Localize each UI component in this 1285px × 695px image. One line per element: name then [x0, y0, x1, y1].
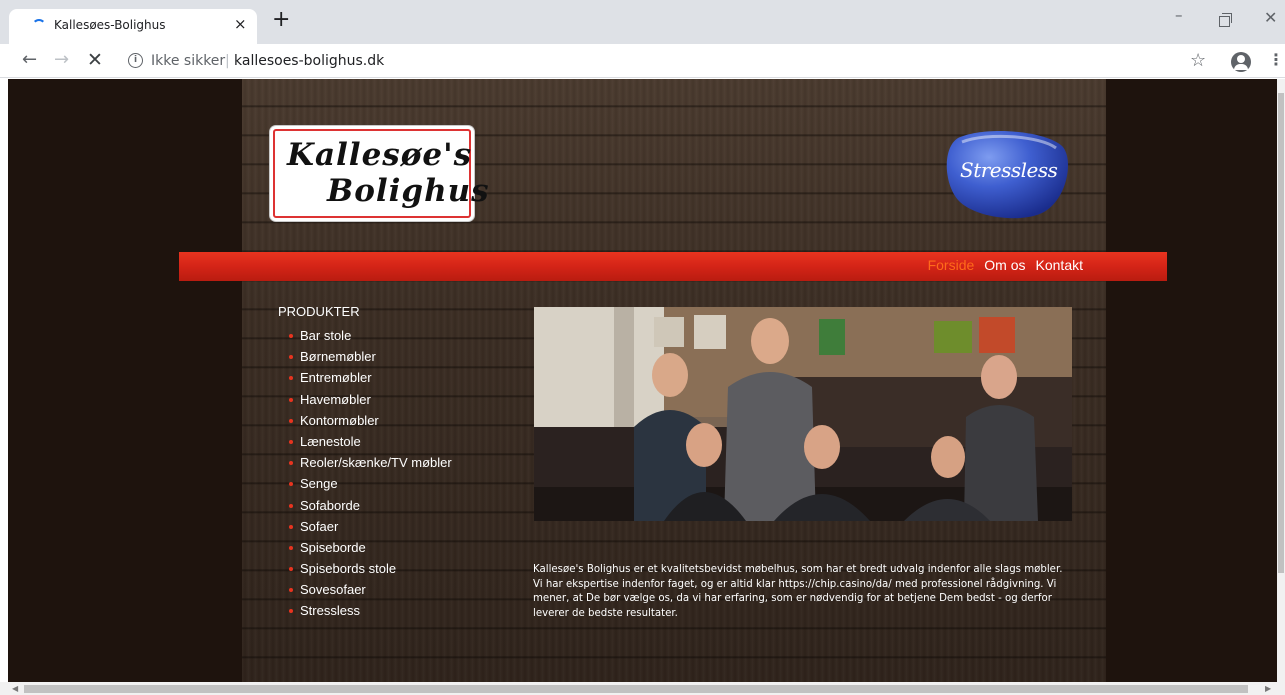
url-text[interactable]: kallesoes-bolighus.dk [234, 53, 384, 69]
horizontal-scroll-thumb[interactable] [24, 685, 1248, 693]
product-item-label: Sovesofaer [300, 582, 366, 598]
security-label[interactable]: Ikke sikker [151, 53, 225, 69]
product-item-label: Kontormøbler [300, 412, 379, 428]
product-item[interactable]: Reoler/skænke/TV møbler [278, 452, 518, 473]
bullet-icon [289, 397, 293, 402]
bullet-icon [289, 482, 293, 487]
product-item-label: Bar stole [300, 328, 352, 343]
info-icon[interactable]: i [128, 53, 143, 68]
bullet-icon [289, 503, 293, 508]
bullet-icon [289, 439, 293, 444]
bullet-icon [289, 609, 293, 614]
account-icon[interactable] [1231, 52, 1251, 72]
bullet-icon [289, 461, 293, 466]
product-item-label: Stressless [300, 603, 360, 619]
nav-link-om-os[interactable]: Om os [984, 257, 1025, 273]
bullet-icon [289, 355, 293, 360]
product-item[interactable]: Sovesofaer [278, 579, 518, 600]
nav-link-kontakt[interactable]: Kontakt [1036, 257, 1083, 273]
product-item[interactable]: Bar stole [278, 325, 518, 346]
product-item[interactable]: Senge [278, 473, 518, 494]
site-header: Kallesøe's Bolighus Stressless [242, 79, 1106, 249]
product-item[interactable]: Havemøbler [278, 389, 518, 410]
bullet-icon [289, 545, 293, 550]
product-item[interactable]: Stressless [278, 600, 518, 621]
bullet-icon [289, 588, 293, 593]
main-nav-bar: Forside Om os Kontakt [179, 252, 1167, 281]
product-item-label: Havemøbler [300, 391, 371, 407]
new-tab-button[interactable]: + [272, 9, 290, 31]
restore-icon[interactable] [1219, 13, 1232, 27]
logo-line-1: Kallesøe's [287, 137, 473, 173]
product-item[interactable]: Sofaborde [278, 495, 518, 516]
stressless-logo-text: Stressless [960, 158, 1058, 182]
site-container: Kallesøe's Bolighus Stressless PRODUKTER… [242, 79, 1106, 682]
stressless-logo[interactable]: Stressless [944, 128, 1070, 220]
horizontal-scrollbar[interactable]: ◀ ▶ [0, 682, 1285, 695]
product-item[interactable]: Sofaer [278, 516, 518, 537]
tab-close-icon[interactable]: × [234, 15, 247, 33]
browser-tab[interactable]: Kallesøes-Bolighus × [9, 9, 257, 44]
bullet-icon [289, 524, 293, 529]
minimize-icon[interactable]: – [1175, 6, 1183, 24]
about-paragraph: Kallesøe's Bolighus er et kvalitetsbevid… [533, 564, 1063, 619]
product-item[interactable]: Kontormøbler [278, 410, 518, 431]
sidebar-heading: PRODUKTER [278, 304, 360, 319]
product-item-label: Sofaer [300, 518, 339, 534]
address-bar[interactable]: i Ikke sikker | kallesoes-bolighus.dk [116, 48, 1231, 74]
back-arrow-icon[interactable]: ← [22, 49, 37, 71]
forward-arrow-icon[interactable]: → [54, 49, 69, 71]
product-list: Bar stole Børnemøbler Entremøbler Havemøble… [278, 325, 518, 622]
product-item[interactable]: Lænestole [278, 431, 518, 452]
product-item-label: Børnemøbler [300, 349, 376, 365]
window-close-icon[interactable]: ✕ [1264, 8, 1277, 27]
product-item-label: Senge [300, 476, 338, 492]
stop-loading-icon[interactable]: ✕ [87, 49, 103, 71]
product-item-label: Sofaborde [300, 497, 360, 513]
product-item-label: Reoler/skænke/TV møbler [300, 455, 452, 471]
product-sidebar: PRODUKTER Bar stole Børnemøbler Entremøble… [278, 304, 518, 622]
product-item[interactable]: Spiseborde [278, 537, 518, 558]
nav-link-forside[interactable]: Forside [928, 257, 975, 273]
bullet-icon [289, 418, 293, 423]
kallesoes-logo[interactable]: Kallesøe's Bolighus [273, 129, 489, 218]
product-item-label: Spisebords stole [300, 561, 397, 577]
product-item[interactable]: Spisebords stole [278, 558, 518, 579]
nav-links: Forside Om os Kontakt [918, 257, 1083, 273]
vertical-scrollbar[interactable] [1277, 79, 1285, 682]
product-item-label: Entremøbler [300, 370, 372, 386]
address-divider: | [225, 53, 230, 69]
bullet-icon [289, 567, 293, 572]
product-item-label: Lænestole [300, 433, 361, 449]
bookmark-star-icon[interactable]: ☆ [1190, 50, 1206, 71]
team-photo-illustration [534, 307, 1072, 521]
scroll-right-arrow-icon[interactable]: ▶ [1265, 684, 1271, 693]
browser-toolbar: ← → ✕ i Ikke sikker | kallesoes-bolighus… [0, 44, 1285, 78]
product-item[interactable]: Børnemøbler [278, 346, 518, 367]
scroll-left-arrow-icon[interactable]: ◀ [12, 684, 18, 693]
team-photo [534, 307, 1072, 521]
tab-strip: Kallesøes-Bolighus × + – ✕ [0, 0, 1285, 44]
bullet-icon [289, 376, 293, 381]
tab-title: Kallesøes-Bolighus [54, 18, 166, 32]
vertical-scroll-thumb[interactable] [1278, 93, 1284, 573]
logo-line-2: Bolighus [327, 173, 490, 209]
page-viewport: Kallesøe's Bolighus Stressless PRODUKTER… [8, 79, 1277, 682]
more-menu-icon[interactable]: ⋮ [1268, 50, 1284, 69]
product-item-label: Spiseborde [300, 539, 366, 555]
bullet-icon [289, 334, 293, 338]
product-item[interactable]: Entremøbler [278, 367, 518, 388]
loading-spinner-icon [32, 19, 46, 33]
